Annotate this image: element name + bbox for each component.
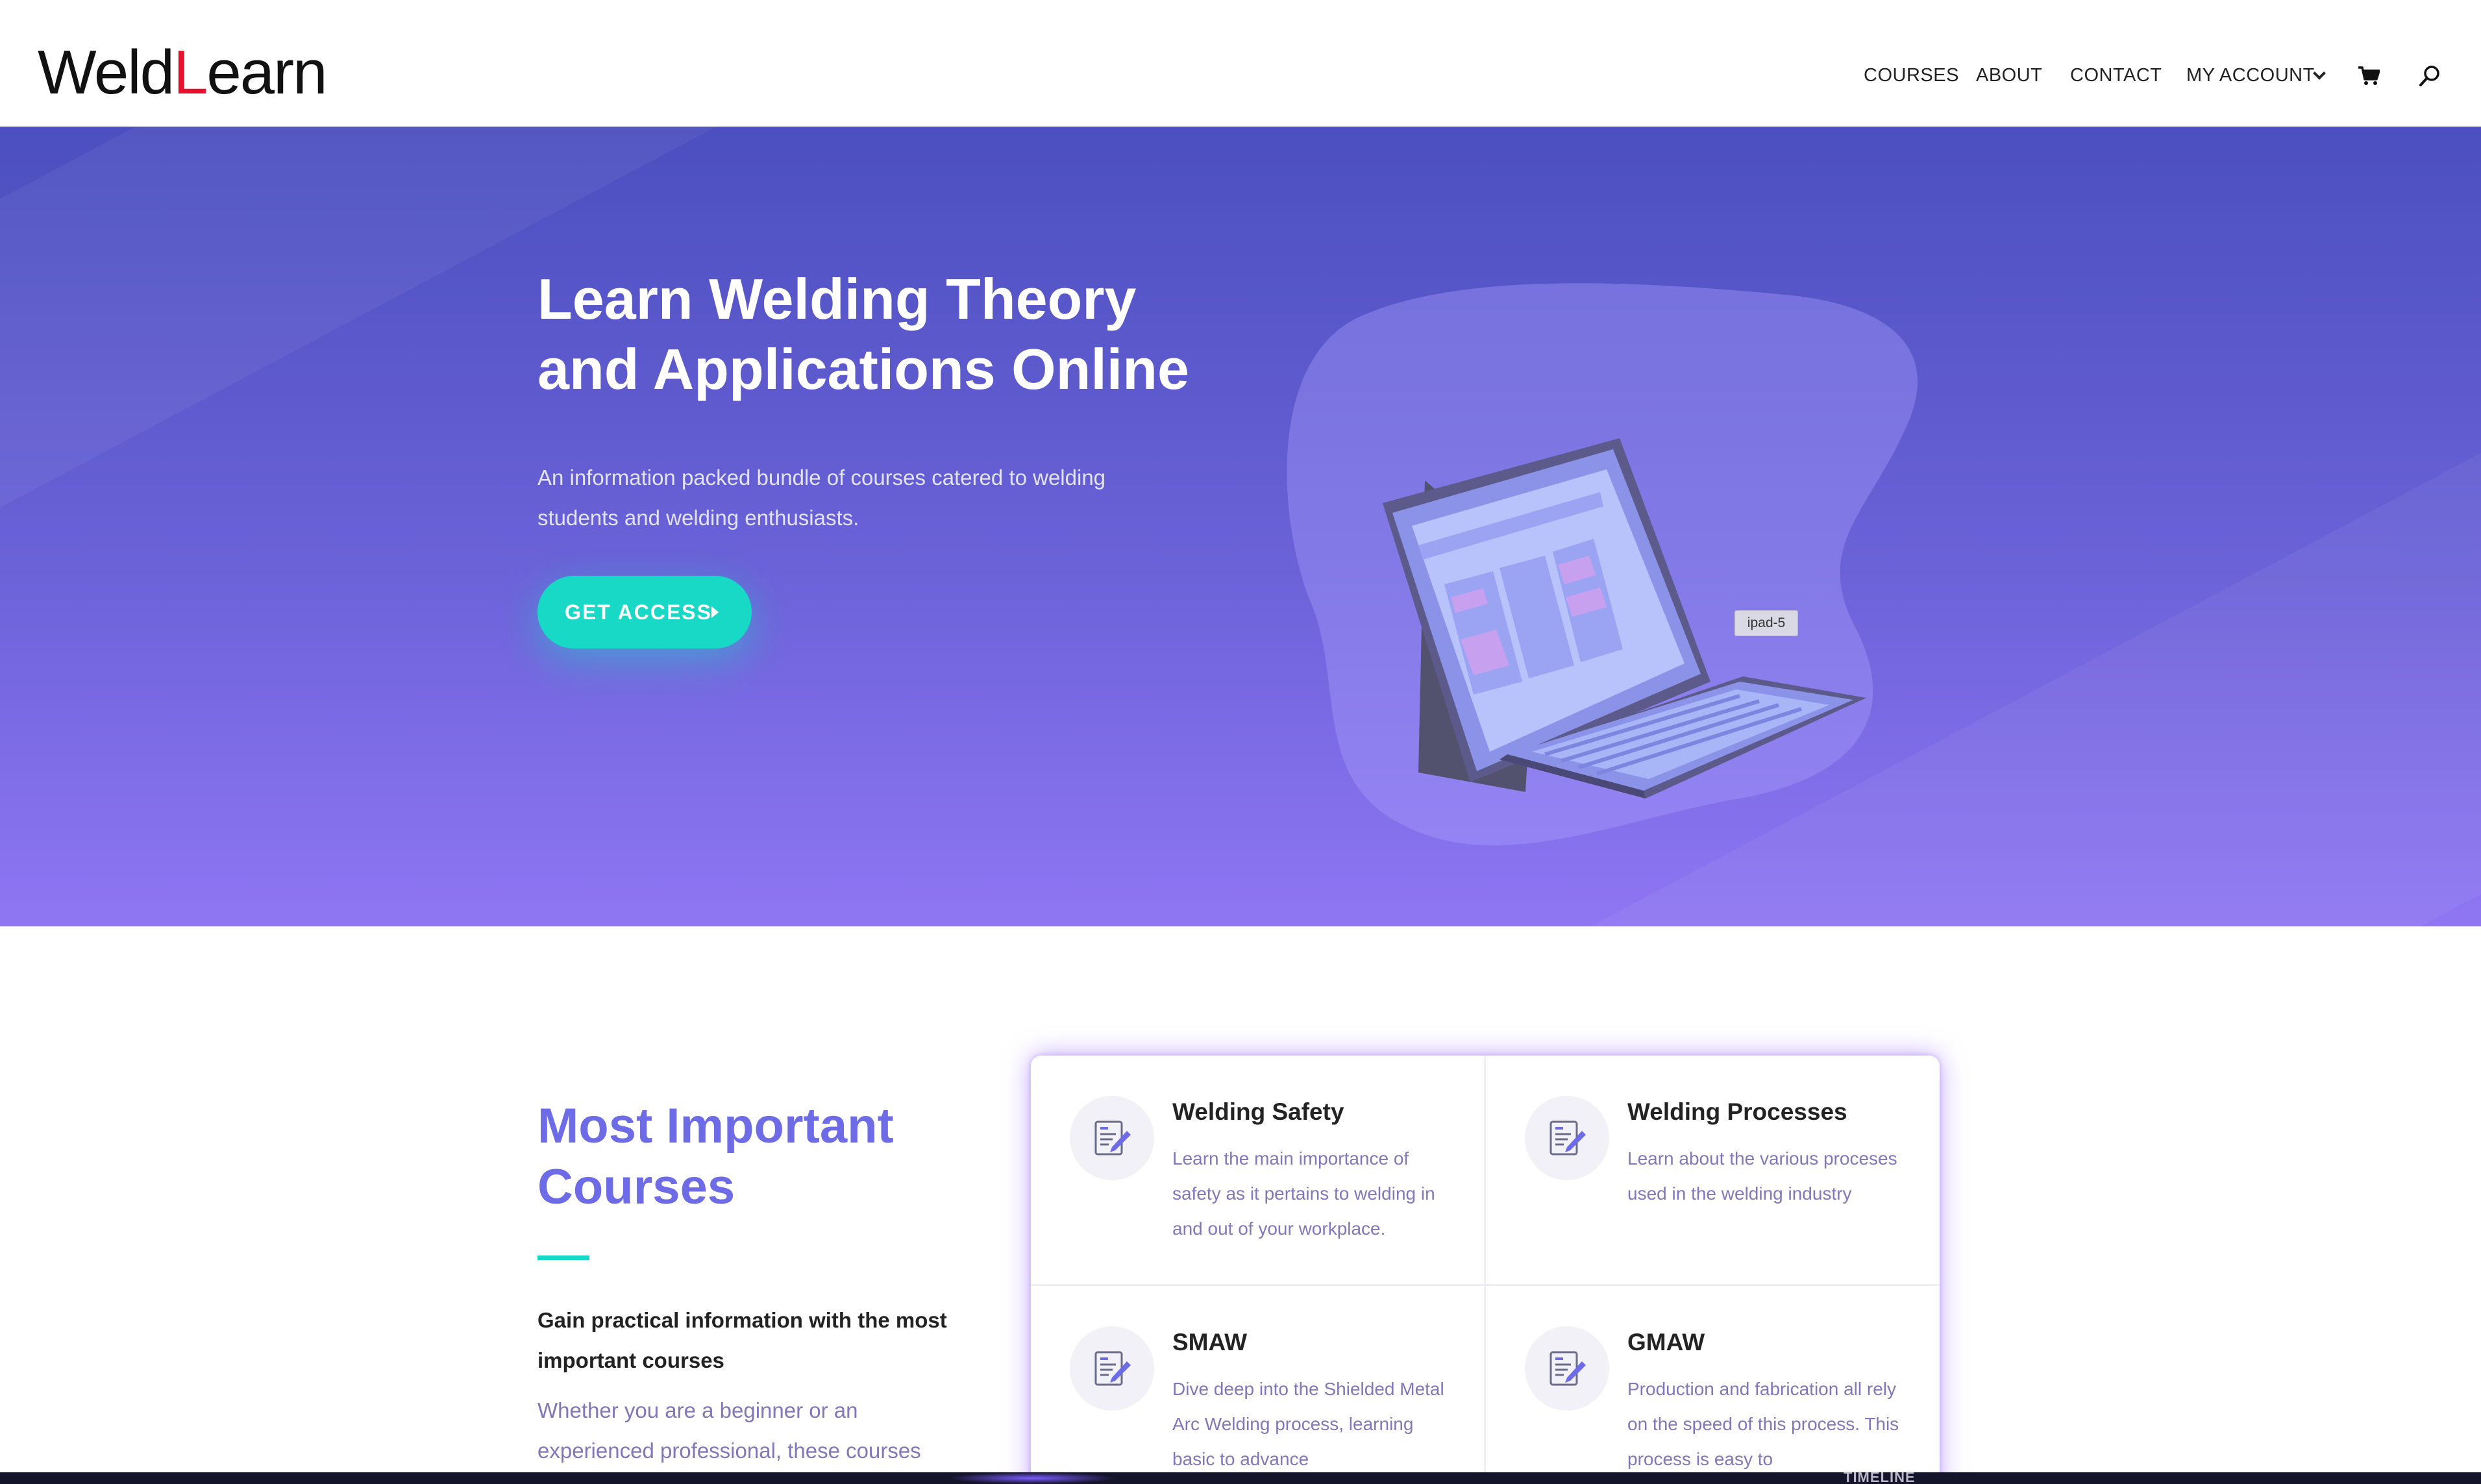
course-card-welding-safety[interactable]: Welding Safety Learn the main importance… bbox=[1031, 1056, 1484, 1284]
card-description: Learn about the various proceses used in… bbox=[1627, 1148, 1897, 1204]
search-icon[interactable] bbox=[2419, 65, 2441, 87]
caret-right-icon bbox=[711, 606, 719, 618]
nav-item-courses[interactable]: COURSES bbox=[1864, 62, 1959, 88]
card-title: GMAW bbox=[1627, 1329, 1705, 1355]
card-title: SMAW bbox=[1172, 1329, 1248, 1355]
hero-title: Learn Welding Theory and Applications On… bbox=[537, 267, 1189, 401]
document-edit-icon bbox=[1525, 1326, 1609, 1411]
image-caption-tag: ipad-5 bbox=[1734, 610, 1798, 636]
course-card-grid: Welding Safety Learn the main importance… bbox=[1031, 1056, 1940, 1484]
card-description: Learn the main importance of safety as i… bbox=[1172, 1148, 1435, 1239]
hero-subtitle: An information packed bundle of courses … bbox=[537, 465, 1106, 530]
nav-item-contact[interactable]: CONTACT bbox=[2070, 62, 2162, 88]
heading-divider bbox=[537, 1255, 589, 1260]
hero-section: Learn Welding Theory and Applications On… bbox=[0, 127, 2481, 926]
main-nav: COURSES ABOUT CONTACT MY ACCOUNT bbox=[0, 62, 2481, 88]
courses-body: Whether you are a beginner or an experie… bbox=[537, 1398, 921, 1463]
get-access-button[interactable]: GET ACCESS bbox=[537, 576, 752, 649]
document-edit-icon bbox=[1525, 1096, 1609, 1180]
courses-lead: Gain practical information with the most… bbox=[537, 1308, 947, 1372]
get-access-label: GET ACCESS bbox=[565, 600, 712, 624]
timeline-label: TIMELINE bbox=[1844, 1469, 1916, 1484]
course-card-smaw[interactable]: SMAW Dive deep into the Shielded Metal A… bbox=[1031, 1286, 1484, 1484]
bottom-glow bbox=[948, 1472, 1117, 1484]
nav-item-my-account[interactable]: MY ACCOUNT bbox=[2186, 62, 2315, 88]
courses-heading: Most Important Courses bbox=[537, 1098, 894, 1215]
bottom-dark-strip bbox=[0, 1472, 2481, 1484]
cart-icon[interactable] bbox=[2358, 66, 2380, 86]
course-card-welding-processes[interactable]: Welding Processes Learn about the variou… bbox=[1486, 1056, 1939, 1284]
card-title: Welding Processes bbox=[1627, 1098, 1847, 1125]
card-description: Dive deep into the Shielded Metal Arc We… bbox=[1172, 1379, 1444, 1469]
document-edit-icon bbox=[1070, 1326, 1154, 1411]
card-title: Welding Safety bbox=[1172, 1098, 1344, 1125]
document-edit-icon bbox=[1070, 1096, 1154, 1180]
course-card-gmaw[interactable]: GMAW Production and fabrication all rely… bbox=[1486, 1286, 1939, 1484]
tablet-keyboard-illustration bbox=[1287, 283, 1918, 846]
card-description: Production and fabrication all rely on t… bbox=[1627, 1379, 1899, 1469]
nav-item-about[interactable]: ABOUT bbox=[1976, 62, 2042, 88]
site-header: WeldLearn COURSES ABOUT CONTACT MY ACCOU… bbox=[0, 0, 2481, 127]
